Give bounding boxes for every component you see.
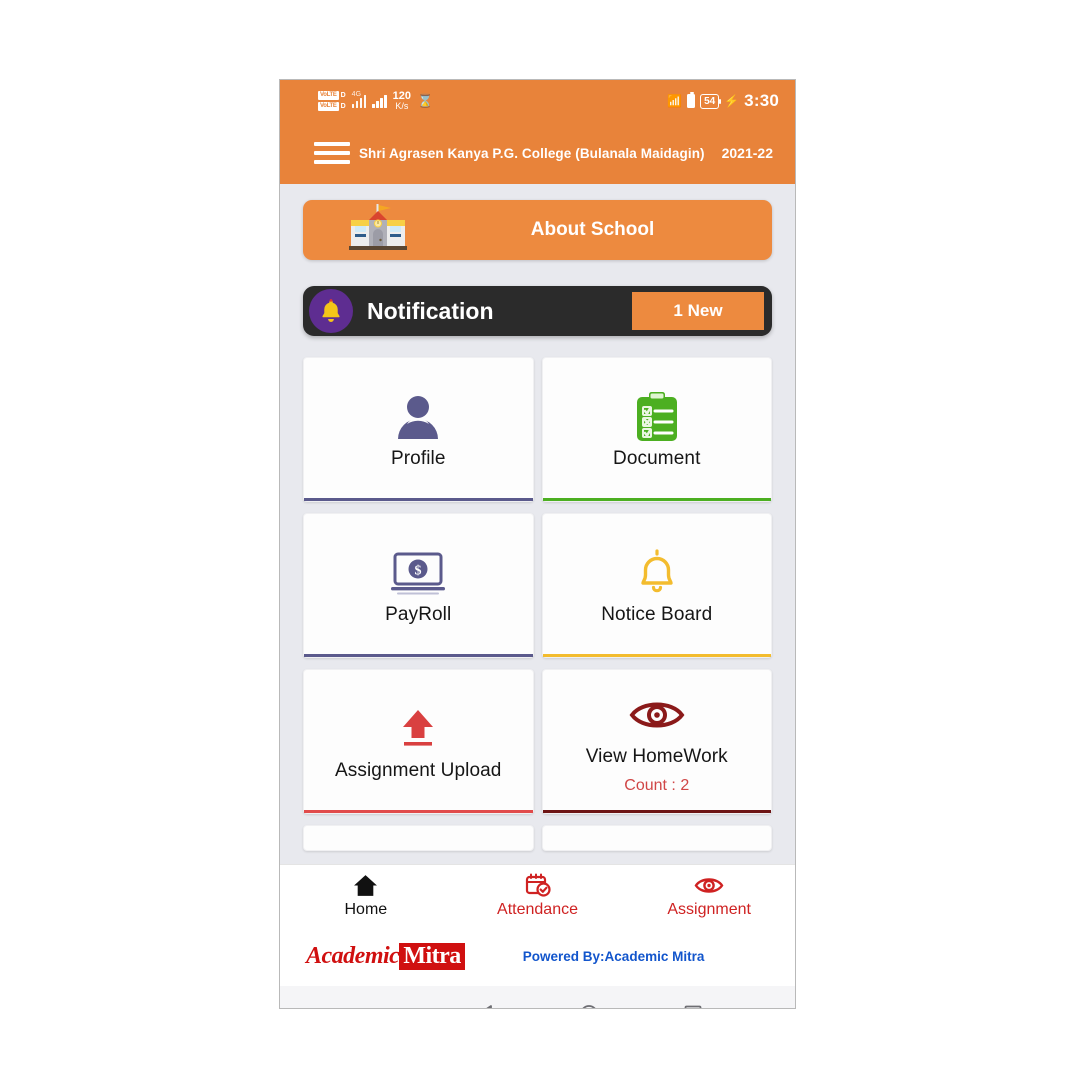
logo-text-academic: Academic [306,942,400,969]
charging-bolt-icon: ⚡ [724,94,740,108]
data-rate-value: 120 [392,90,412,102]
phone-screen: VoLTE D VoLTE D 4G 120 K/s ⌛ 📶 54 ⚡ 3:30… [280,80,795,1008]
tile-document[interactable]: Document [541,357,772,502]
bell-icon [309,289,353,333]
academic-mitra-logo: Academic Mitra [306,942,465,970]
volte-badge: VoLTE [318,102,339,111]
battery-icon [687,92,696,108]
tile-profile[interactable]: Profile [303,357,534,502]
bluetooth-icon: 📶 [667,94,683,108]
tile-label: Assignment Upload [335,759,502,781]
footer: Academic Mitra Powered By:Academic Mitra [280,926,795,986]
app-content-scroll[interactable]: About School Notification 1 New Profile … [280,184,795,864]
sim1-label: D [340,92,346,99]
nav-item-label: Attendance [497,900,578,918]
hourglass-icon: ⌛ [417,93,434,108]
signal-bars-icon [372,94,387,108]
nav-item-label: Home [344,900,388,918]
page-title: Shri Agrasen Kanya P.G. College (Bulanal… [358,145,705,161]
eye-icon [694,873,724,899]
network-generation-label: 4G [351,91,362,98]
volte-sim1: VoLTE D [318,91,346,100]
tile-label: Notice Board [601,603,713,625]
volte-indicators: VoLTE D VoLTE D [318,91,346,111]
app-bar: Shri Agrasen Kanya P.G. College (Bulanal… [280,122,795,184]
money-laptop-icon: $ [387,546,449,600]
signal-indicator-2 [372,94,387,108]
volte-sim2: VoLTE D [318,102,346,111]
nav-item-home[interactable]: Home [280,873,452,919]
tile-count-label: Count : 2 [624,777,690,794]
menu-grid: Profile Document $ PayRoll Notice Board … [303,357,772,851]
status-bar-right: 📶 54 ⚡ 3:30 [667,91,779,111]
about-school-banner[interactable]: About School [303,200,772,260]
tile-notice-board[interactable]: Notice Board [541,513,772,658]
school-building-icon [303,203,453,257]
tile-accent-bar [304,809,533,813]
person-icon [393,390,443,444]
hamburger-menu-icon[interactable] [314,142,350,164]
android-navigation-bar [280,986,795,1008]
chevron-down-icon[interactable] [371,1007,393,1008]
tile-label: View HomeWork [585,746,728,767]
data-rate-unit: K/s [395,101,409,111]
tile-label: PayRoll [385,603,452,625]
hamburger-bar [314,142,350,146]
sim2-label: D [340,103,346,110]
bottom-navigation: Home Attendance Assignment [280,864,795,926]
home-icon [353,873,378,899]
notification-bar[interactable]: Notification 1 New [303,286,772,336]
signal-indicator-1: 4G [351,91,367,108]
tile-accent-bar [304,497,533,501]
tile-partial-right[interactable] [541,825,772,851]
tile-partial-left[interactable] [303,825,534,851]
tile-accent-bar [304,653,533,657]
tile-assignment-upload[interactable]: Assignment Upload [303,669,534,814]
notification-label: Notification [367,297,494,324]
volte-badge: VoLTE [318,91,339,100]
tile-view-homework[interactable]: View HomeWork Count : 2 [541,669,772,814]
nav-item-assignment[interactable]: Assignment [623,873,795,919]
status-bar-clock: 3:30 [744,91,779,110]
notification-count-badge[interactable]: 1 New [632,292,764,330]
logo-text-mitra: Mitra [399,942,465,970]
tile-label: Profile [390,447,446,469]
tile-accent-bar [542,497,771,501]
hamburger-bar [314,160,350,164]
about-school-label: About School [530,219,655,240]
tile-payroll[interactable]: $ PayRoll [303,513,534,658]
calendar-check-icon [525,873,551,899]
status-bar-left: VoLTE D VoLTE D 4G 120 K/s ⌛ [318,91,433,111]
home-circle-icon[interactable] [578,1003,600,1008]
back-triangle-icon[interactable] [475,1003,497,1008]
hamburger-bar [314,151,350,155]
tile-label: Document [613,447,701,469]
powered-by-label: Powered By:Academic Mitra [522,948,705,964]
recents-square-icon[interactable] [682,1003,704,1008]
status-bar: VoLTE D VoLTE D 4G 120 K/s ⌛ 📶 54 ⚡ 3:30 [280,80,795,122]
battery-level-badge: 54 [700,93,722,109]
upload-arrow-icon [396,702,440,756]
nav-item-attendance[interactable]: Attendance [452,873,624,919]
tile-accent-bar [542,653,771,657]
svg-text:$: $ [415,563,422,578]
tile-accent-bar [542,809,771,813]
screenshot-canvas: VoLTE D VoLTE D 4G 120 K/s ⌛ 📶 54 ⚡ 3:30… [0,0,1080,1080]
bell-outline-icon [635,546,679,600]
data-rate-indicator: 120 K/s [392,90,412,112]
clipboard-icon [634,390,680,444]
nav-item-label: Assignment [667,900,751,918]
session-year-label: 2021-22 [721,145,773,161]
eye-icon [629,688,685,742]
